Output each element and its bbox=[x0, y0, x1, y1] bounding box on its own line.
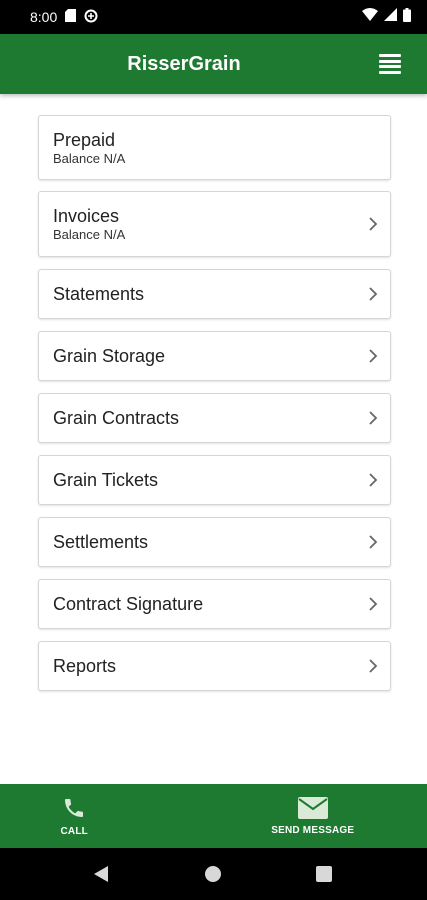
chevron-right-icon bbox=[369, 535, 378, 549]
app-bar: RisserGrain bbox=[0, 34, 427, 94]
menu-item-settlements[interactable]: Settlements bbox=[38, 517, 391, 567]
menu-item-title: Grain Storage bbox=[53, 346, 166, 366]
status-left: 8:00 bbox=[30, 9, 98, 26]
send-message-button[interactable]: SEND MESSAGE bbox=[199, 784, 427, 848]
back-icon[interactable] bbox=[93, 865, 109, 883]
data-saver-icon bbox=[84, 9, 98, 26]
menu-item-title: Reports bbox=[53, 656, 117, 676]
sd-card-icon bbox=[65, 9, 77, 25]
chevron-right-icon bbox=[369, 287, 378, 301]
menu-item-title: Prepaid bbox=[53, 129, 116, 150]
menu-item-grain-tickets[interactable]: Grain Tickets bbox=[38, 455, 391, 505]
hamburger-menu-icon[interactable] bbox=[379, 54, 401, 74]
menu-item-title: Statements bbox=[53, 284, 145, 304]
call-button[interactable]: CALL bbox=[0, 784, 189, 848]
send-message-label: SEND MESSAGE bbox=[271, 824, 355, 836]
recents-icon[interactable] bbox=[316, 866, 332, 882]
status-bar: 8:00 bbox=[0, 0, 427, 34]
app-title: RisserGrain bbox=[127, 52, 241, 75]
chevron-right-icon bbox=[369, 411, 378, 425]
menu-item-title: Invoices bbox=[53, 206, 120, 226]
chevron-right-icon bbox=[369, 597, 378, 611]
menu-item-title: Grain Tickets bbox=[53, 470, 159, 490]
signal-icon bbox=[384, 8, 397, 26]
menu-item-subtitle: Balance N/A bbox=[53, 150, 126, 166]
bottom-action-bar: CALL SEND MESSAGE bbox=[0, 784, 427, 848]
menu-item-statements[interactable]: Statements bbox=[38, 269, 391, 319]
menu-item-prepaid[interactable]: Prepaid Balance N/A bbox=[38, 115, 391, 180]
menu-item-reports[interactable]: Reports bbox=[38, 641, 391, 691]
menu-item-title: Grain Contracts bbox=[53, 408, 180, 428]
menu-item-contract-signature[interactable]: Contract Signature bbox=[38, 579, 391, 629]
system-nav-bar bbox=[0, 848, 427, 900]
wifi-icon bbox=[362, 8, 378, 26]
chevron-right-icon bbox=[369, 473, 378, 487]
menu-item-subtitle: Balance N/A bbox=[53, 227, 126, 242]
menu-item-title: Settlements bbox=[53, 532, 149, 552]
status-right bbox=[362, 7, 411, 27]
menu-item-invoices[interactable]: Invoices Balance N/A bbox=[38, 191, 391, 257]
chevron-right-icon bbox=[369, 349, 378, 363]
envelope-icon bbox=[297, 796, 328, 819]
menu-item-title: Contract Signature bbox=[53, 594, 204, 614]
battery-icon bbox=[403, 7, 411, 27]
menu-item-grain-contracts[interactable]: Grain Contracts bbox=[38, 393, 391, 443]
phone-icon bbox=[65, 798, 84, 817]
home-icon[interactable] bbox=[205, 866, 221, 882]
chevron-right-icon bbox=[369, 217, 378, 231]
call-label: CALL bbox=[60, 825, 88, 837]
chevron-right-icon bbox=[369, 659, 378, 673]
menu-item-grain-storage[interactable]: Grain Storage bbox=[38, 331, 391, 381]
status-time: 8:00 bbox=[30, 9, 58, 25]
